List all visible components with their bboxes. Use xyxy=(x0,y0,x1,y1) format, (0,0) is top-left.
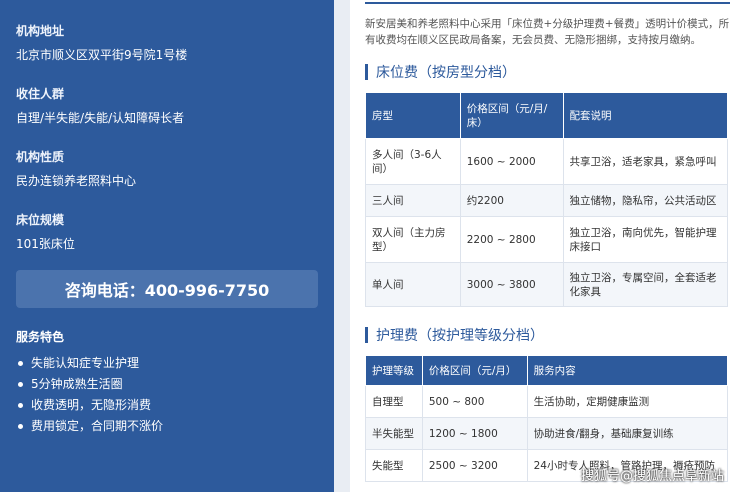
table-cell: 生活协助，定期健康监测 xyxy=(526,385,729,418)
address-value: 北京市顺义区双平街9号院1号楼 xyxy=(16,48,188,62)
table-header-cell: 价格区间（元/月/床） xyxy=(459,92,564,139)
table-header-row: 护理等级 价格区间（元/月） 服务内容 xyxy=(365,355,729,386)
nature-value: 民办连锁养老照料中心 xyxy=(16,174,137,188)
table-cell: 双人间（主力房型） xyxy=(365,216,461,263)
table-row: 自理型 500 ~ 800 生活协助，定期健康监测 xyxy=(365,385,729,418)
residents-label: 收住人群 xyxy=(16,87,65,101)
bed-section-heading: 床位费（按房型分档） xyxy=(365,62,730,82)
table-cell: 多人间（3-6人间） xyxy=(365,138,461,185)
bed-section-title: 床位费（按房型分档） xyxy=(376,65,516,81)
bullet-icon xyxy=(18,361,23,366)
table-row: 三人间 约2200 独立储物，隐私帘，公共活动区 xyxy=(365,184,728,217)
table-cell: 单人间 xyxy=(365,262,461,307)
table-cell: 3000 ~ 3800 xyxy=(459,262,564,307)
care-section-title: 护理费（按护理等级分档） xyxy=(376,328,544,344)
address-label: 机构地址 xyxy=(16,24,65,38)
bed-fee-table: 房型 价格区间（元/月/床） 配套说明 多人间（3-6人间） 1600 ~ 20… xyxy=(365,92,728,307)
table-cell: 独立储物，隐私帘，公共活动区 xyxy=(562,184,728,217)
watermark: 搜狐号@搜狐焦点阜新站 xyxy=(580,469,724,484)
table-cell: 三人间 xyxy=(365,184,461,217)
intro-text: 新安居美和养老照料中心采用「床位费+分级护理费+餐费」透明计价模式，所有收费均在… xyxy=(365,18,730,46)
bullet-icon xyxy=(18,403,23,408)
table-cell: 协助进食/翻身，基础康复训练 xyxy=(526,417,729,450)
features-title: 服务特色 xyxy=(16,330,65,344)
table-header-cell: 房型 xyxy=(365,92,461,139)
table-row: 单人间 3000 ~ 3800 独立卫浴，专属空间，全套适老化家具 xyxy=(365,262,728,307)
nature-label: 机构性质 xyxy=(16,150,65,164)
table-cell: 自理型 xyxy=(365,385,423,418)
heading-accent-bar xyxy=(365,327,368,343)
main-content: 新安居美和养老照料中心采用「床位费+分级护理费+餐费」透明计价模式，所有收费均在… xyxy=(350,0,740,492)
table-cell: 独立卫浴，南向优先，智能护理床接口 xyxy=(562,216,728,263)
feature-item: 5分钟成熟生活圈 xyxy=(16,374,318,395)
feature-item: 收费透明，无隐形消费 xyxy=(16,395,318,416)
table-header-row: 房型 价格区间（元/月/床） 配套说明 xyxy=(365,92,728,139)
table-cell: 共享卫浴，适老家具，紧急呼叫 xyxy=(562,138,728,185)
table-cell: 独立卫浴，专属空间，全套适老化家具 xyxy=(562,262,728,307)
table-cell: 2500 ~ 3200 xyxy=(421,449,528,482)
phone-button[interactable]: 咨询电话：400-996-7750 xyxy=(16,270,318,308)
table-cell: 1600 ~ 2000 xyxy=(459,138,564,185)
feature-item: 失能认知症专业护理 xyxy=(16,353,318,374)
sidebar: 机构地址 北京市顺义区双平街9号院1号楼 收住人群 自理/半失能/失能/认知障碍… xyxy=(0,0,334,492)
table-row: 双人间（主力房型） 2200 ~ 2800 独立卫浴，南向优先，智能护理床接口 xyxy=(365,216,728,263)
table-header-cell: 护理等级 xyxy=(365,355,423,386)
table-cell: 500 ~ 800 xyxy=(421,385,528,418)
bullet-icon xyxy=(18,424,23,429)
feature-item: 费用锁定，合同期不涨价 xyxy=(16,416,318,437)
table-row: 半失能型 1200 ~ 1800 协助进食/翻身，基础康复训练 xyxy=(365,417,729,450)
table-header-cell: 配套说明 xyxy=(562,92,728,139)
care-section-heading: 护理费（按护理等级分档） xyxy=(365,325,730,345)
table-header-cell: 价格区间（元/月） xyxy=(421,355,528,386)
table-cell: 1200 ~ 1800 xyxy=(421,417,528,450)
table-cell: 约2200 xyxy=(459,184,564,217)
bullet-icon xyxy=(18,382,23,387)
table-cell: 失能型 xyxy=(365,449,423,482)
table-row: 多人间（3-6人间） 1600 ~ 2000 共享卫浴，适老家具，紧急呼叫 xyxy=(365,138,728,185)
heading-accent-bar xyxy=(365,64,368,80)
care-fee-table: 护理等级 价格区间（元/月） 服务内容 自理型 500 ~ 800 生活协助，定… xyxy=(365,355,729,482)
table-cell: 2200 ~ 2800 xyxy=(459,216,564,263)
beds-label: 床位规模 xyxy=(16,213,65,227)
beds-value: 101张床位 xyxy=(16,237,75,251)
top-divider xyxy=(365,2,730,4)
features-list: 失能认知症专业护理 5分钟成熟生活圈 收费透明，无隐形消费 费用锁定，合同期不涨… xyxy=(16,353,318,437)
table-header-cell: 服务内容 xyxy=(526,355,729,386)
table-cell: 半失能型 xyxy=(365,417,423,450)
residents-value: 自理/半失能/失能/认知障碍长者 xyxy=(16,111,185,125)
